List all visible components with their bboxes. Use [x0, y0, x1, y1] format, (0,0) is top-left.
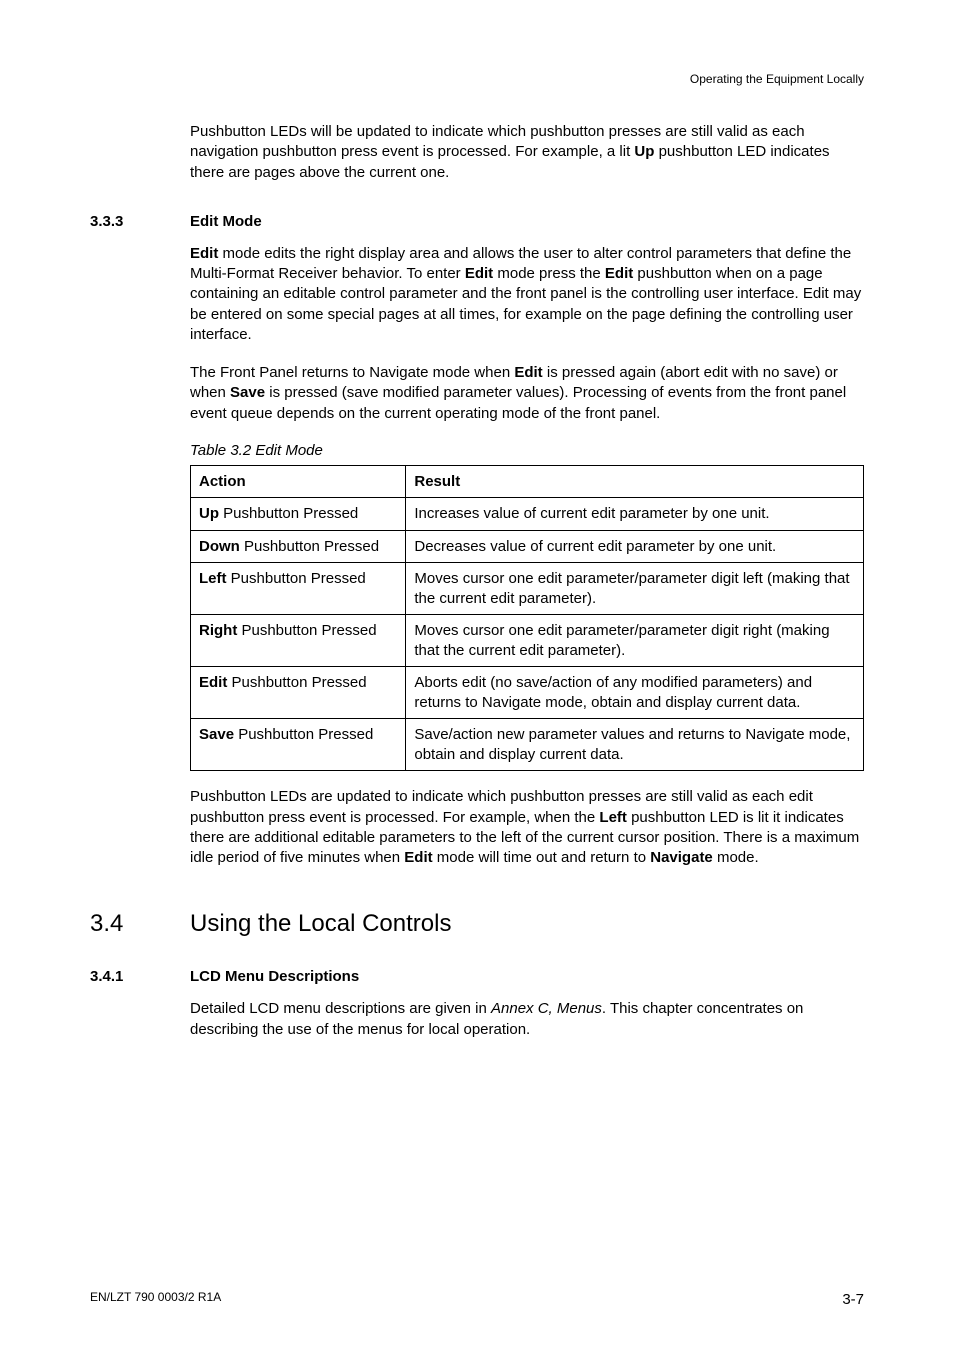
footer-page-number: 3-7 — [842, 1291, 864, 1308]
intro-para: Pushbutton LEDs will be updated to indic… — [190, 122, 864, 183]
section-title: Edit Mode — [190, 213, 262, 230]
section-341-heading: 3.4.1 LCD Menu Descriptions — [90, 968, 864, 985]
s333-p1: Edit mode edits the right display area a… — [190, 244, 864, 345]
running-header: Operating the Equipment Locally — [90, 72, 864, 86]
section-333-heading: 3.3.3 Edit Mode — [90, 213, 864, 230]
edit-mode-table: Action Result Up Pushbutton Pressed Incr… — [190, 465, 864, 772]
section-title: LCD Menu Descriptions — [190, 968, 359, 985]
table-row: Right Pushbutton Pressed Moves cursor on… — [191, 615, 864, 667]
col-header-result: Result — [406, 465, 864, 498]
cell-result: Moves cursor one edit parameter/paramete… — [406, 563, 864, 615]
cell-action: Save Pushbutton Pressed — [191, 719, 406, 771]
s341-p1: Detailed LCD menu descriptions are given… — [190, 999, 864, 1040]
cell-result: Increases value of current edit paramete… — [406, 498, 864, 531]
section-number: 3.3.3 — [90, 213, 190, 230]
table-caption: Table 3.2 Edit Mode — [190, 442, 864, 459]
table-row: Up Pushbutton Pressed Increases value of… — [191, 498, 864, 531]
cell-action: Up Pushbutton Pressed — [191, 498, 406, 531]
post-table-para: Pushbutton LEDs are updated to indicate … — [190, 787, 864, 868]
cell-result: Decreases value of current edit paramete… — [406, 530, 864, 563]
section-title: Using the Local Controls — [190, 910, 451, 938]
col-header-action: Action — [191, 465, 406, 498]
s333-p2: The Front Panel returns to Navigate mode… — [190, 363, 864, 424]
cell-result: Aborts edit (no save/action of any modif… — [406, 667, 864, 719]
section-34-heading: 3.4 Using the Local Controls — [90, 910, 864, 938]
table-row: Save Pushbutton Pressed Save/action new … — [191, 719, 864, 771]
section-333-body: Edit mode edits the right display area a… — [190, 244, 864, 869]
cell-action: Right Pushbutton Pressed — [191, 615, 406, 667]
table-header-row: Action Result — [191, 465, 864, 498]
cell-result: Moves cursor one edit parameter/paramete… — [406, 615, 864, 667]
footer-doc-id: EN/LZT 790 0003/2 R1A — [90, 1290, 221, 1304]
table-row: Left Pushbutton Pressed Moves cursor one… — [191, 563, 864, 615]
cell-action: Edit Pushbutton Pressed — [191, 667, 406, 719]
intro-block: Pushbutton LEDs will be updated to indic… — [190, 122, 864, 183]
table-row: Edit Pushbutton Pressed Aborts edit (no … — [191, 667, 864, 719]
section-341-body: Detailed LCD menu descriptions are given… — [190, 999, 864, 1040]
cell-action: Left Pushbutton Pressed — [191, 563, 406, 615]
cell-result: Save/action new parameter values and ret… — [406, 719, 864, 771]
section-number: 3.4.1 — [90, 968, 190, 985]
cell-action: Down Pushbutton Pressed — [191, 530, 406, 563]
page: Operating the Equipment Locally Pushbutt… — [0, 0, 954, 1350]
section-number: 3.4 — [90, 910, 190, 938]
table-row: Down Pushbutton Pressed Decreases value … — [191, 530, 864, 563]
